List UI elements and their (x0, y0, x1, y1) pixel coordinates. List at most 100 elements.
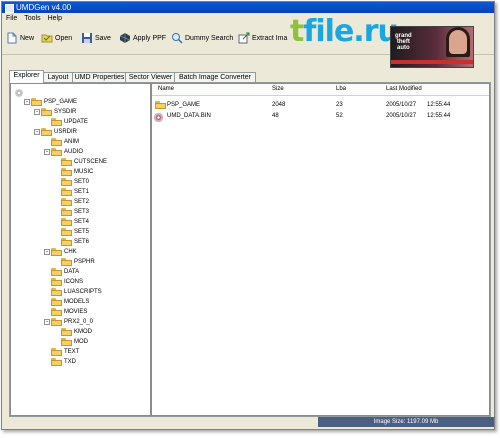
menu-tools[interactable]: Tools (20, 13, 43, 23)
file-time: 12:55:44 (427, 113, 451, 119)
column-lba[interactable]: Lba (336, 86, 346, 92)
folder-tree[interactable]: - PSP_GAME - SYSDIR UPDATE - USRDIR ANIM - AUDIO C… (10, 83, 151, 416)
open-folder-icon (41, 34, 53, 43)
folder-icon (61, 218, 72, 226)
tree-node-label: CUTSCENE (74, 159, 108, 165)
apply-ppf-label: Apply PPF (133, 34, 167, 42)
folder-icon (61, 328, 72, 336)
column-last-modified[interactable]: Last Modified (386, 86, 422, 92)
folder-icon (61, 198, 72, 206)
tree-node[interactable]: SET5 (54, 227, 89, 237)
file-date: 2005/10/27 (386, 113, 417, 119)
tree-node-label: AUDIO (64, 149, 84, 155)
tree-node[interactable]: - AUDIO (44, 147, 83, 157)
tree-node[interactable]: UPDATE (44, 117, 88, 127)
patch-icon (119, 33, 131, 43)
tree-node-label: USRDIR (54, 129, 78, 135)
apply-ppf-button[interactable]: Apply PPF (119, 31, 166, 45)
tree-node[interactable]: SET3 (54, 207, 89, 217)
tree-node[interactable]: - SYSDIR (34, 107, 76, 117)
extract-image-label: Extract Ima (252, 34, 288, 42)
tree-node-label: SYSDIR (54, 109, 77, 115)
save-button[interactable]: Save (81, 31, 111, 45)
folder-icon (51, 288, 62, 296)
tree-node-label: PSPHR (74, 259, 95, 265)
tree-node[interactable]: SET2 (54, 197, 89, 207)
folder-icon (51, 348, 62, 356)
file-date: 2005/10/27 (386, 102, 417, 108)
tree-node[interactable]: SET4 (54, 217, 89, 227)
tree-node-label: SET2 (74, 199, 90, 205)
status-bar: Image Size: 1197.09 Mb (2, 416, 494, 429)
search-icon (172, 33, 183, 44)
open-button[interactable]: Open (41, 31, 72, 45)
tree-node-label: MOVIES (64, 309, 88, 315)
tree-node[interactable]: KMOD (54, 327, 92, 337)
open-label: Open (55, 34, 73, 42)
title-bar[interactable]: UMDGen v4.00 (2, 2, 494, 13)
file-name: PSP_GAME (167, 102, 201, 108)
tree-node[interactable]: - USRDIR (34, 127, 77, 137)
tree-node[interactable]: MODELS (44, 297, 89, 307)
tree-node-label: UPDATE (64, 119, 88, 125)
tree-node[interactable]: - PSP_GAME (24, 97, 77, 107)
tree-node[interactable]: PSPHR (54, 257, 95, 267)
file-list[interactable]: Name Size Lba Last Modified PSP_GAME 204… (151, 83, 490, 416)
collapse-toggle-icon[interactable]: - (44, 319, 50, 325)
tree-node-label: ICONS (64, 279, 84, 285)
list-header: Name Size Lba Last Modified (152, 84, 489, 96)
collapse-toggle-icon[interactable]: - (34, 109, 40, 115)
tree-node[interactable]: MUSIC (54, 167, 93, 177)
tree-node[interactable]: SET6 (54, 237, 89, 247)
tree-node[interactable]: TXD (44, 357, 76, 367)
tree-node[interactable]: SET0 (54, 177, 89, 187)
extract-image-button[interactable]: Extract Ima (238, 31, 287, 45)
tree-node-label: LUASCRIPTS (64, 289, 102, 295)
tree-node[interactable]: MOVIES (44, 307, 87, 317)
tab-explorer[interactable]: Explorer (9, 70, 44, 83)
tree-node[interactable]: TEXT (44, 347, 79, 357)
tree-node[interactable]: - PRX2_0_0 (44, 317, 93, 327)
collapse-toggle-icon[interactable]: - (34, 129, 40, 135)
column-size[interactable]: Size (272, 86, 284, 92)
file-lba: 23 (336, 102, 343, 108)
folder-icon (61, 208, 72, 216)
tree-node[interactable]: ICONS (44, 277, 83, 287)
new-button[interactable]: New (6, 31, 34, 45)
tree-node-label: SET0 (74, 179, 90, 185)
tree-node-label: PSP_GAME (44, 99, 78, 105)
dummy-search-button[interactable]: Dummy Search (171, 31, 233, 45)
collapse-toggle-icon[interactable]: - (44, 249, 50, 255)
menu-file[interactable]: File (2, 13, 20, 23)
folder-icon (51, 318, 62, 326)
explorer-panel: - PSP_GAME - SYSDIR UPDATE - USRDIR ANIM - AUDIO C… (9, 82, 491, 417)
tree-node[interactable]: DATA (44, 267, 79, 277)
file-row[interactable]: UMD_DATA.BIN 48 52 2005/10/27 12:55:44 (152, 111, 489, 122)
tree-node[interactable]: LUASCRIPTS (44, 287, 102, 297)
file-size: 2048 (272, 102, 286, 108)
umd-drive-icon[interactable] (15, 89, 23, 97)
tree-node[interactable]: CUTSCENE (54, 157, 107, 167)
tree-node[interactable]: - CHK (44, 247, 77, 257)
collapse-toggle-icon[interactable]: - (44, 149, 50, 155)
collapse-toggle-icon[interactable]: - (24, 99, 30, 105)
file-row[interactable]: PSP_GAME 2048 23 2005/10/27 12:55:44 (152, 100, 489, 111)
tree-node[interactable]: ANIM (44, 137, 79, 147)
tree-node-label: SET4 (74, 219, 90, 225)
tree-node[interactable]: SET1 (54, 187, 89, 197)
column-name[interactable]: Name (158, 86, 174, 92)
menu-bar: File Tools Help (2, 13, 494, 24)
save-label: Save (95, 34, 111, 42)
menu-help[interactable]: Help (44, 13, 65, 23)
folder-icon (61, 168, 72, 176)
folder-icon (41, 128, 52, 136)
tree-node[interactable]: MOD (54, 337, 88, 347)
